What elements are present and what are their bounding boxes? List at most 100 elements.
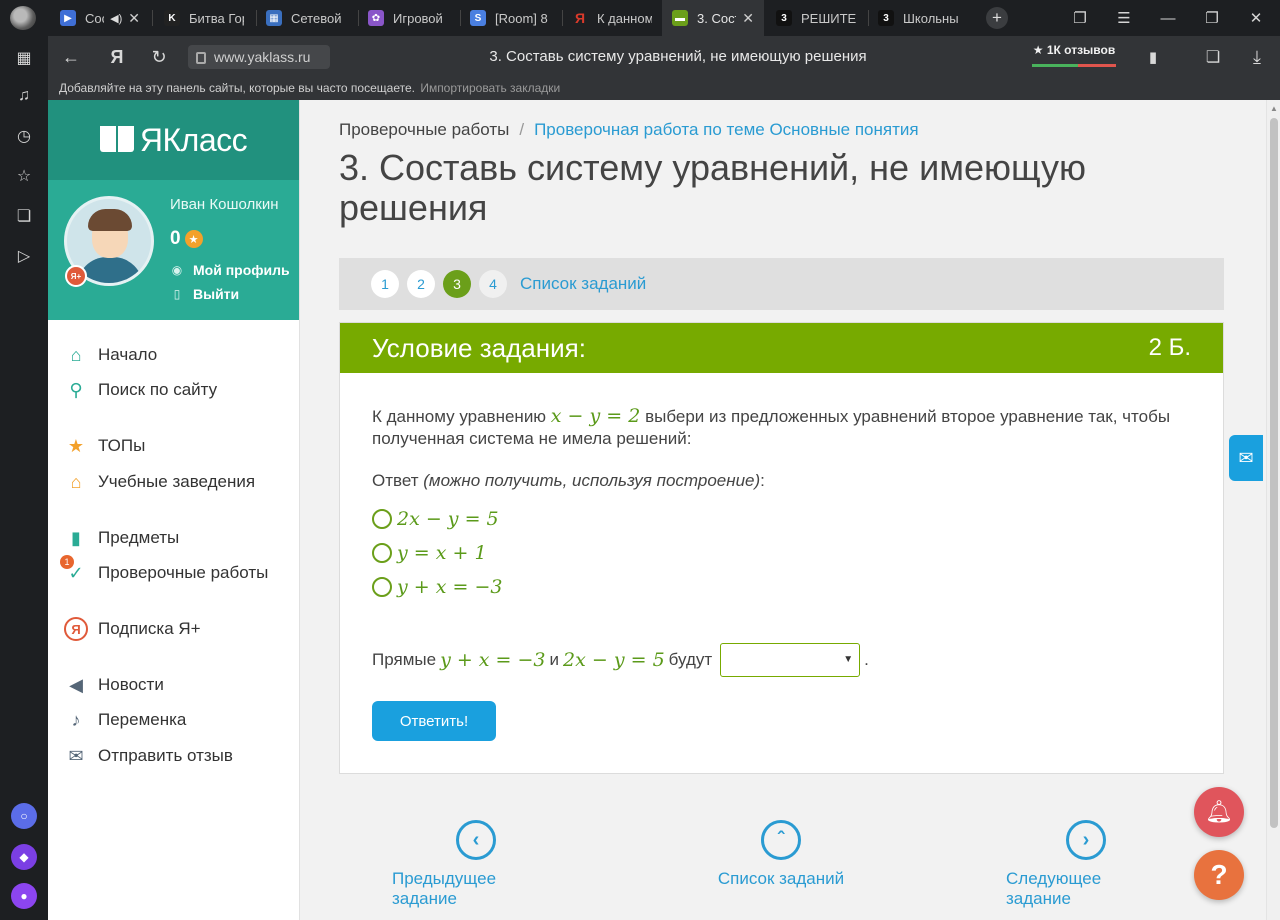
next-task-label: Следующее задание	[1006, 869, 1102, 908]
yaklass-logo[interactable]: ЯКласс	[48, 100, 299, 180]
back-icon[interactable]: ←	[58, 44, 84, 70]
page-button-1[interactable]: 1	[371, 270, 399, 298]
url-field[interactable]: www.yaklass.ru	[188, 45, 330, 69]
question-text: К данному уравнению x − y = 2 выбери из …	[372, 405, 1192, 450]
browser-tab[interactable]: ▦ Сетевой	[256, 0, 358, 36]
lines-prefix: Прямые	[372, 650, 437, 669]
answer-colon: :	[760, 471, 765, 490]
breadcrumb-test-link[interactable]: Проверочная работа по теме Основные поня…	[534, 120, 919, 139]
sidebar-item-search[interactable]: ⚲ Поиск по сайту	[64, 376, 217, 404]
check-icon: ✓ 1	[60, 555, 88, 585]
chevron-right-icon: ›	[1066, 820, 1106, 860]
next-task-link[interactable]: › Следующее задание	[1006, 820, 1166, 909]
speaker-icon[interactable]: ◀)	[110, 12, 122, 25]
help-question-icon[interactable]: ?	[1194, 850, 1244, 900]
page-button-2[interactable]: 2	[407, 270, 435, 298]
task-list-bottom-link[interactable]: ˆ Список заданий	[710, 820, 852, 889]
answer-option-2[interactable]: y = x + 1	[372, 541, 487, 565]
radio-button[interactable]	[372, 543, 392, 563]
sidebar-item-tests[interactable]: ✓ 1 Проверочные работы	[60, 555, 268, 587]
task-header: Условие задания: 2 Б.	[340, 323, 1223, 373]
sidebar-item-home[interactable]: ⌂ Начало	[64, 341, 158, 369]
tab-title: К данном	[597, 10, 652, 26]
option-equation: y = x + 1	[397, 542, 487, 564]
scroll-up-icon[interactable]: ▲	[1270, 104, 1278, 113]
scrollbar-thumb[interactable]	[1270, 118, 1278, 828]
close-tab-icon[interactable]: ✕	[122, 10, 140, 27]
answer-option-1[interactable]: 2x − y = 5	[372, 507, 499, 531]
sidebar-item-label: Подписка Я+	[98, 619, 201, 638]
brand-name: ЯКласс	[139, 121, 248, 158]
reviews-button[interactable]: ★ 1К отзывов	[1032, 43, 1116, 67]
media-player-icon[interactable]: ▷	[12, 244, 36, 268]
page-scrollbar[interactable]: ▲	[1266, 100, 1280, 920]
video-icon: ▶	[60, 10, 76, 26]
browser-tab[interactable]: 3 РЕШИТЕ	[766, 0, 866, 36]
menu-icon[interactable]: ☰	[1104, 0, 1144, 36]
sidebar-item-news[interactable]: ◀ Новости	[64, 671, 164, 699]
browser-page-title: 3. Составь систему уравнений, не имеющую…	[489, 48, 867, 65]
history-icon[interactable]: ◷	[12, 124, 36, 148]
prev-task-label: Предыдущее задание	[392, 869, 497, 908]
sidebar-item-subjects[interactable]: ▮ Предметы	[64, 524, 179, 552]
sidebar-item-feedback[interactable]: ✉ Отправить отзыв	[64, 742, 232, 770]
browser-tab-active[interactable]: ▬ 3. Сост ✕	[662, 0, 764, 36]
page-button-3-current[interactable]: 3	[443, 270, 471, 298]
minimize-icon[interactable]: —	[1148, 0, 1188, 36]
prev-task-link[interactable]: ‹ Предыдущее задание	[392, 820, 560, 909]
browser-tab[interactable]: K Битва Гор	[154, 0, 254, 36]
notification-bell-icon[interactable]: 🔔︎	[1194, 787, 1244, 837]
logout-link[interactable]: ▯ Выйти	[170, 286, 239, 302]
alice-icon[interactable]: ○	[11, 803, 37, 829]
sidebar-item-tops[interactable]: ★ ТОПы	[64, 432, 145, 460]
page-button-4[interactable]: 4	[479, 270, 507, 298]
answer-option-3[interactable]: y + x = −3	[372, 575, 502, 599]
megaphone-icon: ◀	[69, 674, 83, 695]
reviews-label: ★ 1К отзывов	[1032, 43, 1116, 57]
browser-logo-icon[interactable]	[10, 6, 36, 30]
breadcrumb-root-link[interactable]: Проверочные работы	[339, 120, 509, 139]
download-icon[interactable]: ⤓	[1244, 44, 1270, 70]
import-bookmarks-link[interactable]: Импортировать закладки	[420, 81, 560, 95]
mail-icon[interactable]: ✉	[1229, 435, 1263, 481]
radio-button[interactable]	[372, 577, 392, 597]
messenger-icon[interactable]: ◆	[11, 844, 37, 870]
new-tab-button[interactable]: +	[986, 7, 1008, 29]
close-window-icon[interactable]: ✕	[1236, 0, 1276, 36]
yaklass-icon: ▬	[672, 10, 688, 26]
task-card: Условие задания: 2 Б. К данному уравнени…	[339, 322, 1224, 774]
submit-answer-button[interactable]: Ответить!	[372, 701, 496, 741]
assistant-icon[interactable]: ●	[11, 883, 37, 909]
browser-tab-bar: ▶ Сос ◀) ✕ K Битва Гор ▦ Сетевой ✿ Игров…	[0, 0, 1280, 36]
sidebar-item-schools[interactable]: ⌂ Учебные заведения	[64, 468, 256, 496]
answer-hint: (можно получить, используя построение)	[423, 471, 761, 490]
lines-equation-1: y + x = −3	[440, 649, 546, 671]
task-list-link[interactable]: Список заданий	[520, 274, 646, 294]
relation-select[interactable]: ▼	[720, 643, 861, 677]
reload-icon[interactable]: ↻	[146, 44, 172, 70]
favorites-icon[interactable]: ☆	[12, 164, 36, 188]
yandex-home-icon[interactable]: Я	[104, 44, 130, 70]
browser-tab[interactable]: ✿ Игровой	[358, 0, 458, 36]
tab-title: Игровой	[393, 10, 443, 26]
chevron-left-icon: ‹	[456, 820, 496, 860]
user-profile-panel: Я+ Иван Кошолкин 0 ★ ◉ Мой профиль ▯ Вый…	[48, 180, 299, 320]
restore-icon[interactable]: ❐	[1192, 0, 1232, 36]
sidebar-item-break[interactable]: ♪ Переменка	[64, 706, 187, 734]
close-tab-icon[interactable]: ✕	[736, 10, 754, 27]
browser-tab[interactable]: S [Room] 8	[460, 0, 560, 36]
znanija-icon: 3	[878, 10, 894, 26]
answer-label-text: Ответ	[372, 471, 419, 490]
collections-icon[interactable]: ❏	[12, 204, 36, 228]
notifications-icon[interactable]: ♫	[12, 84, 36, 108]
browser-tab[interactable]: Я К данном	[562, 0, 662, 36]
my-profile-link[interactable]: ◉ Мой профиль	[170, 262, 290, 278]
sidebar-item-subscription[interactable]: Я Подписка Я+	[64, 615, 201, 643]
apps-grid-icon[interactable]: ▦	[12, 46, 36, 70]
collections-icon[interactable]: ❏	[1200, 44, 1226, 70]
browser-tab[interactable]: ▶ Сос ◀) ✕	[50, 0, 150, 36]
browser-tab[interactable]: 3 Школьны	[868, 0, 968, 36]
radio-button[interactable]	[372, 509, 392, 529]
bookmark-icon[interactable]: ▮	[1140, 44, 1166, 70]
tabs-panel-icon[interactable]: ❐	[1060, 0, 1100, 36]
